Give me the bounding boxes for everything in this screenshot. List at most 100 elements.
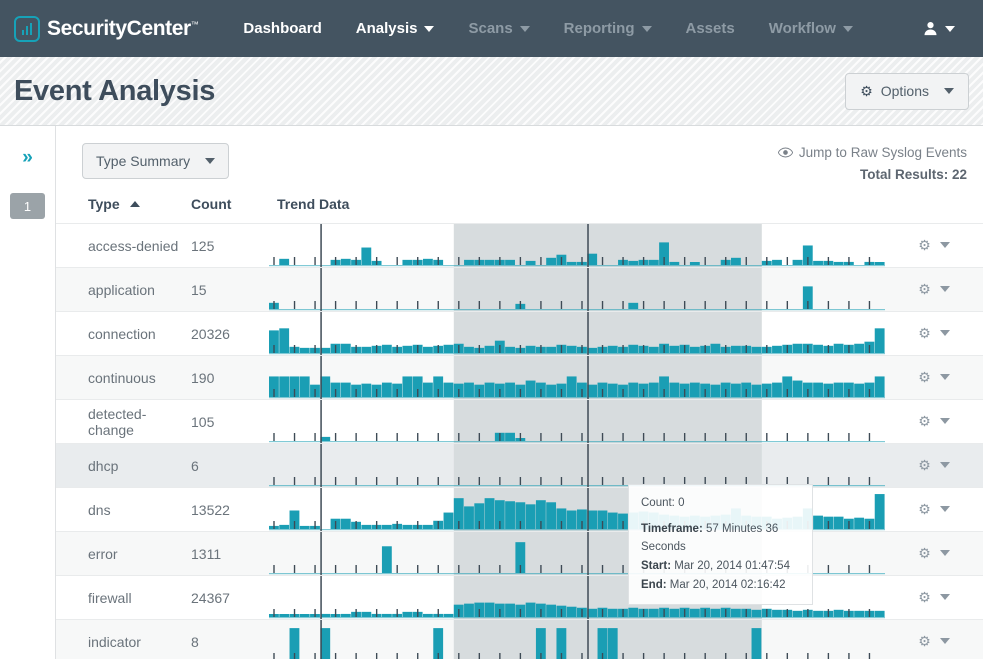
nav-item-assets[interactable]: Assets [669,20,752,37]
row-actions-menu[interactable]: ⚙ [918,589,950,605]
table-header-row: Type Count Trend Data [56,182,983,224]
trademark-mark: ™ [190,19,199,29]
sparkline-chart[interactable] [269,620,885,659]
cell-type: access-denied [56,223,191,268]
user-icon [924,22,937,36]
row-actions-menu[interactable]: ⚙ [918,413,950,429]
column-header-trend-data[interactable]: Trend Data [269,182,885,224]
column-header-actions [885,182,983,224]
cell-actions: ⚙ [885,575,983,620]
chevron-down-icon [939,594,950,600]
row-actions-menu[interactable]: ⚙ [918,633,950,649]
row-actions-menu[interactable]: ⚙ [918,501,950,517]
nav-item-scans[interactable]: Scans [451,20,546,37]
sparkline-chart[interactable] [269,444,885,487]
row-actions-menu[interactable]: ⚙ [918,545,950,561]
page-title: Event Analysis [14,74,216,107]
row-actions-menu[interactable]: ⚙ [918,237,950,253]
total-results-label: Total Results: 22 [859,167,967,182]
nav-item-label: Assets [685,20,735,37]
cell-type: connection [56,311,191,356]
sparkline-chart[interactable] [269,312,885,355]
column-header-label: Type [88,196,120,212]
cell-count: 125 [191,223,269,268]
cell-trend-chart[interactable] [269,575,885,620]
gear-icon: ⚙ [918,369,931,385]
top-navigation-bar: SecurityCenter™ Dashboard Analysis Scans… [0,0,983,57]
table-row[interactable]: detected-change 105 ⚙ [56,399,983,444]
cell-trend-chart[interactable] [269,443,885,488]
gear-icon: ⚙ [918,457,931,473]
user-account-menu[interactable] [923,21,969,36]
cell-count: 105 [191,399,269,444]
row-actions-menu[interactable]: ⚙ [918,281,950,297]
table-row[interactable]: error 1311 ⚙ [56,531,983,576]
expand-sidebar-button[interactable]: » [0,142,55,167]
sparkline-chart[interactable] [269,400,885,443]
app-logo[interactable]: SecurityCenter™ [14,15,199,42]
chevron-down-icon [939,286,950,292]
gear-icon: ⚙ [918,237,931,253]
table-row[interactable]: connection 20326 ⚙ [56,311,983,356]
cell-type: dhcp [56,443,191,488]
nav-item-analysis[interactable]: Analysis [339,20,452,37]
nav-item-reporting[interactable]: Reporting [547,20,669,37]
gear-icon: ⚙ [918,545,931,561]
chevron-down-icon [944,88,954,94]
cell-trend-chart[interactable] [269,267,885,312]
cell-type: firewall [56,575,191,620]
chevron-down-icon [842,25,853,32]
page-indicator-1[interactable]: 1 [10,193,45,219]
jump-to-raw-syslog-events-link[interactable]: Jump to Raw Syslog Events [777,145,967,160]
row-actions-menu[interactable]: ⚙ [918,325,950,341]
column-header-type[interactable]: Type [56,182,191,224]
type-summary-dropdown[interactable]: Type Summary [82,143,230,179]
cell-count: 1311 [191,531,269,576]
table-row[interactable]: firewall 24367 ⚙ [56,575,983,620]
sparkline-chart[interactable] [269,268,885,311]
cell-actions: ⚙ [885,355,983,400]
nav-item-label: Dashboard [243,20,322,37]
cell-trend-chart[interactable] [269,531,885,576]
nav-item-list: Dashboard Analysis Scans Reporting Asset… [226,20,870,37]
app-logo-text: SecurityCenter™ [47,16,199,40]
row-actions-menu[interactable]: ⚙ [918,369,950,385]
cell-trend-chart[interactable] [269,311,885,356]
gear-icon: ⚙ [918,589,931,605]
cell-actions: ⚙ [885,223,983,268]
sparkline-chart[interactable] [269,224,885,267]
cell-type: indicator [56,619,191,659]
nav-item-workflow[interactable]: Workflow [752,20,870,37]
cell-trend-chart[interactable] [269,487,885,532]
cell-type: dns [56,487,191,532]
table-row[interactable]: dhcp 6 ⚙ [56,443,983,488]
table-row[interactable]: dns 13522 ⚙ [56,487,983,532]
gear-icon: ⚙ [918,413,931,429]
sparkline-chart[interactable] [269,532,885,575]
cell-trend-chart[interactable] [269,355,885,400]
table-row[interactable]: continuous 190 ⚙ [56,355,983,400]
sparkline-chart[interactable] [269,356,885,399]
left-rail: » 1 [0,126,56,659]
cell-trend-chart[interactable] [269,399,885,444]
gear-icon: ⚙ [918,281,931,297]
table-row[interactable]: access-denied 125 ⚙ [56,223,983,268]
gear-icon: ⚙ [918,501,931,517]
events-table-head: Type Count Trend Data [56,182,983,224]
type-summary-label: Type Summary [96,153,191,169]
column-header-count[interactable]: Count [191,182,269,224]
cell-count: 13522 [191,487,269,532]
row-actions-menu[interactable]: ⚙ [918,457,950,473]
gear-icon: ⚙ [918,633,931,649]
jump-link-label: Jump to Raw Syslog Events [798,145,967,160]
sparkline-chart[interactable] [269,488,885,531]
sparkline-chart[interactable] [269,576,885,619]
cell-trend-chart[interactable] [269,223,885,268]
chevron-down-icon [939,374,950,380]
table-row[interactable]: application 15 ⚙ [56,267,983,312]
table-row[interactable]: indicator 8 ⚙ [56,619,983,659]
options-button[interactable]: ⚙ Options [845,72,969,110]
nav-item-dashboard[interactable]: Dashboard [226,20,338,37]
cell-trend-chart[interactable] [269,619,885,659]
events-table: Type Count Trend Data access-denied 125 ⚙ a… [56,182,983,659]
